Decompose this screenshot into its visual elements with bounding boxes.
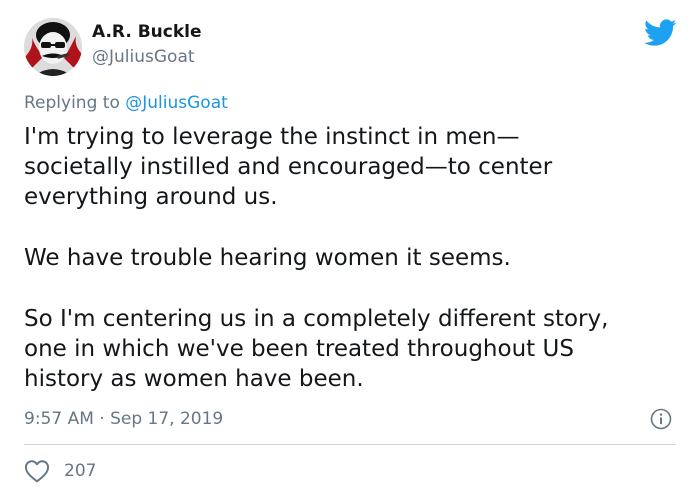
tweet-timestamp[interactable]: 9:57 AM · Sep 17, 2019 xyxy=(24,409,223,429)
like-count: 207 xyxy=(64,461,97,481)
tweet-body: I'm trying to leverage the instinct in m… xyxy=(24,122,684,394)
tweet-paragraph: We have trouble hearing women it seems. xyxy=(24,245,511,271)
heart-icon xyxy=(24,460,50,483)
avatar[interactable] xyxy=(24,18,82,76)
tweet-paragraph: I'm trying to leverage the instinct in m… xyxy=(24,124,553,210)
divider xyxy=(24,444,676,445)
avatar-image xyxy=(24,18,82,76)
author-handle[interactable]: @JuliusGoat xyxy=(92,47,195,67)
replying-to-handle-link[interactable]: @JuliusGoat xyxy=(125,93,228,113)
replying-to-prefix: Replying to xyxy=(24,93,126,113)
tweet-card: A.R. Buckle @JuliusGoat Replying to @Jul… xyxy=(0,0,700,500)
twitter-bird-icon[interactable] xyxy=(644,18,677,48)
replying-to: Replying to @JuliusGoat xyxy=(24,93,228,113)
author-display-name[interactable]: A.R. Buckle xyxy=(92,22,202,42)
like-button[interactable]: 207 xyxy=(24,458,96,484)
tweet-paragraph: So I'm centering us in a completely diff… xyxy=(24,306,609,392)
info-icon[interactable] xyxy=(650,408,672,430)
